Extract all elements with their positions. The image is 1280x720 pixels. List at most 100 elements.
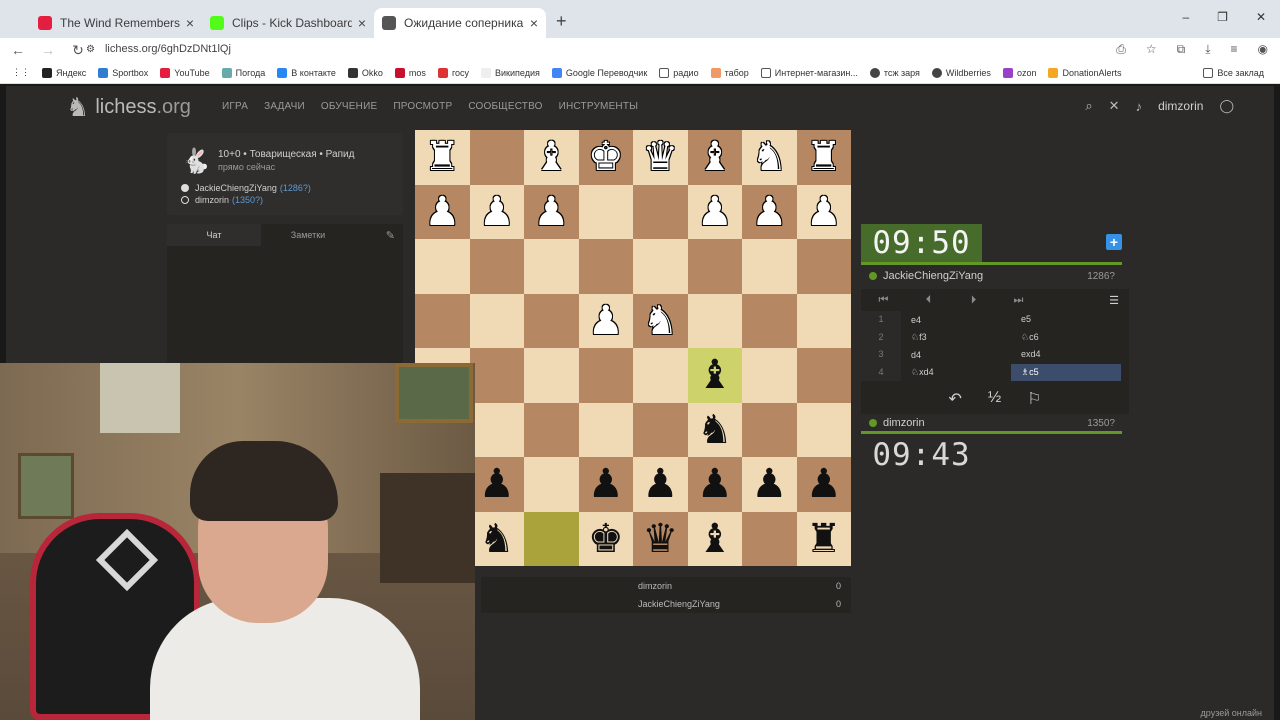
nav-item-learn[interactable]: ОБУЧЕНИЕ xyxy=(321,101,377,112)
add-time-button[interactable]: + xyxy=(1106,234,1122,250)
board-square[interactable]: ♟ xyxy=(469,457,524,512)
friends-online[interactable]: друзей онлайн xyxy=(1201,708,1262,718)
white-bishop-icon[interactable]: ♝ xyxy=(533,137,569,177)
board-square[interactable]: ♟ xyxy=(742,457,797,512)
close-icon[interactable]: × xyxy=(358,15,366,31)
bookmark[interactable]: радио xyxy=(659,67,699,78)
bookmark[interactable]: Википедия xyxy=(481,67,540,78)
white-move[interactable]: e4 xyxy=(901,315,1011,325)
bookmark[interactable]: Okko xyxy=(347,67,383,78)
black-bishop-icon[interactable]: ♝ xyxy=(697,519,733,559)
board-square[interactable] xyxy=(469,239,524,294)
board-square[interactable] xyxy=(633,239,688,294)
black-pawn-icon[interactable]: ♟ xyxy=(642,464,678,504)
bookmark[interactable]: mos xyxy=(394,67,426,78)
white-pawn-icon[interactable]: ♟ xyxy=(751,192,787,232)
black-knight-icon[interactable]: ♞ xyxy=(479,519,515,559)
last-move-icon[interactable]: ⏭ xyxy=(996,294,1041,307)
board-square[interactable] xyxy=(524,239,579,294)
bookmark[interactable]: госу xyxy=(437,67,469,78)
avatar-icon[interactable]: ◯ xyxy=(1219,98,1234,114)
board-square[interactable]: ♟ xyxy=(524,184,579,239)
board-square[interactable] xyxy=(469,293,524,348)
search-icon[interactable]: ⌕ xyxy=(1085,98,1092,114)
board-square[interactable] xyxy=(578,184,633,239)
board-square[interactable] xyxy=(687,239,742,294)
board-square[interactable] xyxy=(633,402,688,457)
nav-item-play[interactable]: ИГРА xyxy=(222,101,248,112)
board-square[interactable]: ♟ xyxy=(578,293,633,348)
white-knight-icon[interactable]: ♞ xyxy=(751,137,787,177)
back-icon[interactable]: ← xyxy=(6,42,30,58)
board-square[interactable] xyxy=(742,239,797,294)
browser-tab[interactable]: The Wind Remembers Folk × xyxy=(30,8,202,38)
board-square[interactable] xyxy=(469,348,524,403)
white-pawn-icon[interactable]: ♟ xyxy=(588,301,624,341)
all-bookmarks[interactable]: Все заклад xyxy=(1203,67,1264,78)
board-square[interactable]: ♜ xyxy=(415,130,470,185)
next-move-icon[interactable]: ⏵ xyxy=(951,294,996,307)
board-square[interactable]: ♝ xyxy=(687,348,742,403)
white-bishop-icon[interactable]: ♝ xyxy=(697,137,733,177)
board-square[interactable] xyxy=(578,348,633,403)
white-pawn-icon[interactable]: ♟ xyxy=(424,192,460,232)
bookmark[interactable]: В контакте xyxy=(277,67,336,78)
bookmark[interactable]: Google Переводчик xyxy=(551,67,647,78)
board-square[interactable]: ♟ xyxy=(415,184,470,239)
bookmark[interactable]: Яндекс xyxy=(42,67,86,78)
board-square[interactable] xyxy=(687,293,742,348)
board-square[interactable] xyxy=(578,239,633,294)
challenge-icon[interactable]: ✕ xyxy=(1109,98,1120,114)
board-square[interactable] xyxy=(524,348,579,403)
board-square[interactable]: ♞ xyxy=(742,130,797,185)
url-field[interactable]: ⚙ lichess.org/6ghDzDNt1lQj xyxy=(86,38,1096,60)
install-icon[interactable]: ⎙ xyxy=(1116,42,1126,57)
black-pawn-icon[interactable]: ♟ xyxy=(479,464,515,504)
board-square[interactable] xyxy=(469,402,524,457)
apps-icon[interactable]: ⋮⋮ xyxy=(12,67,30,78)
board-square[interactable]: ♝ xyxy=(687,130,742,185)
close-icon[interactable]: × xyxy=(530,15,538,31)
board-square[interactable]: ♟ xyxy=(633,457,688,512)
bookmark[interactable]: YouTube xyxy=(160,67,210,78)
board-square[interactable]: ♝ xyxy=(687,511,742,566)
extensions-icon[interactable]: ⧉ xyxy=(1177,42,1186,57)
board-square[interactable] xyxy=(578,402,633,457)
board-square[interactable] xyxy=(469,130,524,185)
black-pawn-icon[interactable]: ♟ xyxy=(697,464,733,504)
nav-item-community[interactable]: СООБЩЕСТВО xyxy=(468,101,542,112)
black-rook-icon[interactable]: ♜ xyxy=(806,519,842,559)
white-pawn-icon[interactable]: ♟ xyxy=(806,192,842,232)
nav-item-watch[interactable]: ПРОСМОТР xyxy=(393,101,452,112)
bookmark[interactable]: DonationAlerts xyxy=(1048,67,1122,78)
black-knight-icon[interactable]: ♞ xyxy=(697,410,733,450)
bookmark[interactable]: ozon xyxy=(1002,67,1036,78)
board-square[interactable]: ♟ xyxy=(687,184,742,239)
white-knight-icon[interactable]: ♞ xyxy=(642,301,678,341)
board-square[interactable] xyxy=(524,402,579,457)
nav-item-puzzles[interactable]: ЗАДАЧИ xyxy=(264,101,305,112)
board-square[interactable] xyxy=(742,293,797,348)
maximize-icon[interactable]: ❐ xyxy=(1217,10,1228,24)
white-player-row[interactable]: JackieChiengZiYang (1286?) xyxy=(181,183,311,193)
chat-toggle-icon[interactable]: ✎ xyxy=(386,229,395,242)
white-rook-icon[interactable]: ♜ xyxy=(806,137,842,177)
board-square[interactable]: ♛ xyxy=(633,511,688,566)
minimize-icon[interactable]: – xyxy=(1182,10,1189,24)
board-square[interactable] xyxy=(415,239,470,294)
board-square[interactable]: ♜ xyxy=(796,511,851,566)
bell-icon[interactable]: ♪ xyxy=(1136,99,1143,114)
bookmark[interactable]: Wildberries xyxy=(931,67,991,78)
black-pawn-icon[interactable]: ♟ xyxy=(806,464,842,504)
board-square[interactable] xyxy=(796,239,851,294)
takeback-icon[interactable]: ↶ xyxy=(948,389,961,409)
forward-icon[interactable]: → xyxy=(36,42,60,58)
white-rook-icon[interactable]: ♜ xyxy=(424,137,460,177)
first-move-icon[interactable]: ⏮ xyxy=(861,294,906,307)
board-square[interactable] xyxy=(633,348,688,403)
player-row[interactable]: dimzorin 1350? xyxy=(861,412,1121,434)
white-king-icon[interactable]: ♚ xyxy=(588,137,624,177)
white-pawn-icon[interactable]: ♟ xyxy=(479,192,515,232)
board-square[interactable] xyxy=(742,402,797,457)
board-square[interactable]: ♚ xyxy=(578,511,633,566)
